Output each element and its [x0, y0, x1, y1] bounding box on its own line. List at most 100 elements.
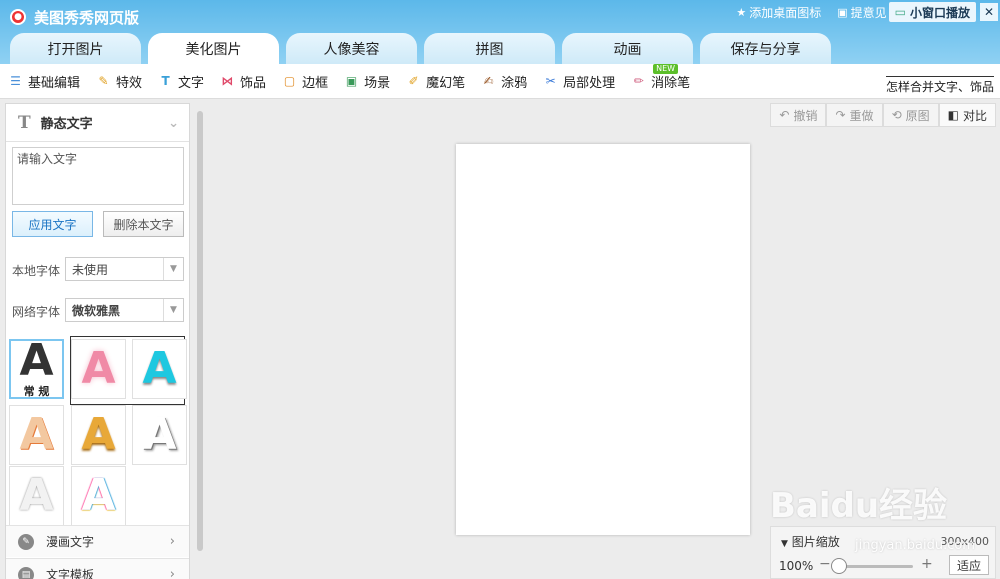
- title-bar: ● 美图秀秀网页版 ★ 添加桌面图标 ▣ 提意见 ▭ 小窗口播放 ✕ 打开图片 …: [0, 0, 1000, 64]
- tab-collage[interactable]: 拼图: [424, 33, 555, 64]
- style-cyan[interactable]: A: [132, 339, 187, 399]
- style-gold[interactable]: A: [71, 405, 126, 465]
- section-label: 文字模板: [46, 568, 95, 579]
- local-font-label: 本地字体: [12, 264, 61, 278]
- brush-icon: ✍: [483, 74, 494, 88]
- tool-label: 边框: [302, 75, 329, 91]
- tab-beautify-image[interactable]: 美化图片: [148, 33, 279, 64]
- compare-icon: ◧: [947, 108, 959, 122]
- tab-animation[interactable]: 动画: [562, 33, 693, 64]
- tool-label: 场景: [364, 75, 391, 91]
- tv-icon: ▭: [894, 5, 906, 19]
- template-icon: ▤: [18, 566, 34, 579]
- star-icon: ★: [736, 5, 747, 19]
- style-letter: A: [19, 470, 54, 521]
- redo-icon: ↷: [835, 108, 846, 122]
- zoom-out-icon[interactable]: −: [819, 556, 831, 572]
- chevron-down-icon: ▼: [163, 299, 183, 321]
- tool-bar: ☰ 基础编辑 ✎ 特效 T 文字 ⋈ 饰品 ▢ 边框 ▣ 场景 ✐ 魔幻笔 ✍ …: [0, 63, 1000, 99]
- app-title: ● 美图秀秀网页版: [10, 6, 139, 28]
- caret-down-icon: ▼: [781, 539, 788, 549]
- web-font-label: 网络字体: [12, 305, 61, 319]
- feedback-link[interactable]: ▣ 提意见: [837, 4, 886, 21]
- chevron-down-icon: ▼: [163, 258, 183, 280]
- magic-wand-icon: ✎: [98, 74, 109, 88]
- undo-icon: ↶: [779, 108, 790, 122]
- text-panel: T 静态文字 ⌄ 请输入文字 应用文字 删除本文字 本地字体 未使用 ▼ 网络字…: [5, 103, 190, 579]
- panel-header[interactable]: T 静态文字 ⌄: [6, 104, 189, 142]
- image-canvas[interactable]: [456, 144, 750, 535]
- apply-text-button[interactable]: 应用文字: [12, 211, 93, 237]
- zoom-in-icon[interactable]: +: [921, 556, 933, 572]
- chevron-right-icon: ›: [169, 567, 175, 579]
- delete-text-button[interactable]: 删除本文字: [103, 211, 184, 237]
- new-badge: NEW: [653, 63, 679, 74]
- text-input[interactable]: 请输入文字: [12, 147, 184, 205]
- section-comic-text[interactable]: ✎ 漫画文字 ›: [6, 525, 189, 557]
- magic-pen-icon: ✐: [408, 74, 419, 88]
- section-text-template[interactable]: ▤ 文字模板 ›: [6, 558, 189, 579]
- local-font-select[interactable]: 未使用 ▼: [65, 257, 184, 281]
- tool-label: 涂鸦: [501, 75, 528, 91]
- tab-open-image[interactable]: 打开图片: [10, 33, 141, 64]
- add-desktop-link[interactable]: ★ 添加桌面图标: [736, 4, 821, 21]
- tab-portrait[interactable]: 人像美容: [286, 33, 417, 64]
- tab-save-share[interactable]: 保存与分享: [700, 33, 831, 64]
- style-letter: A: [81, 470, 116, 521]
- redo-label: 重做: [849, 108, 874, 123]
- top-links: ★ 添加桌面图标 ▣ 提意见 ▭ 小窗口播放 ✕: [736, 2, 1000, 22]
- style-rainbow[interactable]: A: [71, 466, 126, 526]
- chevron-down-icon: ⌄: [168, 116, 179, 131]
- style-caption: 常 规: [23, 385, 50, 398]
- style-white-shadow[interactable]: A: [132, 405, 187, 465]
- tool-local-process[interactable]: ✂ 局部处理: [535, 64, 623, 99]
- tool-label: 文字: [178, 75, 205, 91]
- app-title-text: 美图秀秀网页版: [34, 8, 140, 27]
- bow-icon: ⋈: [221, 74, 234, 88]
- undo-button[interactable]: ↶ 撤销: [770, 103, 827, 127]
- style-pink-glow[interactable]: A: [71, 339, 126, 399]
- tool-scene[interactable]: ▣ 场景: [336, 64, 398, 99]
- panel-scrollbar[interactable]: [194, 103, 206, 579]
- undo-label: 撤销: [793, 108, 818, 123]
- tool-eraser-pen[interactable]: ✏ 消除笔 NEW: [623, 63, 698, 99]
- tool-label: 消除笔: [651, 75, 691, 91]
- style-letter: A: [81, 343, 116, 394]
- help-link[interactable]: 怎样合并文字、饰品: [885, 76, 994, 95]
- tool-text[interactable]: T 文字: [150, 64, 212, 99]
- compare-label: 对比: [962, 108, 987, 123]
- text-t-icon: T: [18, 112, 31, 133]
- web-font-select[interactable]: 微软雅黑 ▼: [65, 298, 184, 322]
- tool-label: 局部处理: [563, 75, 616, 91]
- zoom-percent: 100%: [779, 559, 814, 573]
- tool-magic-pen[interactable]: ✐ 魔幻笔: [398, 64, 473, 99]
- close-icon[interactable]: ✕: [980, 3, 998, 21]
- zoom-slider-thumb[interactable]: [831, 558, 847, 574]
- main-tabs: 打开图片 美化图片 人像美容 拼图 动画 保存与分享: [10, 33, 838, 64]
- fit-button[interactable]: 适应: [949, 555, 989, 575]
- tool-label: 基础编辑: [28, 75, 81, 91]
- compare-button[interactable]: ◧ 对比: [938, 103, 996, 127]
- frame-icon: ▢: [283, 74, 296, 88]
- tool-label: 饰品: [240, 75, 267, 91]
- original-button[interactable]: ⟲ 原图: [882, 103, 939, 127]
- zoom-title-label: 图片缩放: [791, 535, 840, 549]
- style-letter: A: [142, 409, 177, 460]
- style-gray-outline[interactable]: A: [9, 466, 64, 526]
- scrollbar-thumb[interactable]: [197, 111, 203, 551]
- redo-button[interactable]: ↷ 重做: [826, 103, 883, 127]
- original-icon: ⟲: [891, 108, 902, 122]
- add-desktop-label: 添加桌面图标: [749, 5, 822, 20]
- mini-window-label: 小窗口播放: [909, 5, 970, 20]
- tool-label: 魔幻笔: [426, 75, 466, 91]
- mini-window-button[interactable]: ▭ 小窗口播放: [888, 2, 976, 22]
- tool-doodle[interactable]: ✍ 涂鸦: [473, 64, 535, 99]
- tool-frame[interactable]: ▢ 边框: [274, 64, 336, 99]
- tool-basic-edit[interactable]: ☰ 基础编辑: [0, 64, 88, 99]
- tool-effects[interactable]: ✎ 特效: [88, 64, 150, 99]
- style-dotted[interactable]: A: [9, 405, 64, 465]
- style-regular[interactable]: A 常 规: [9, 339, 64, 399]
- zoom-title[interactable]: ▼ 图片缩放: [781, 533, 840, 550]
- watermark-url: jingyan.baidu.com: [855, 538, 975, 553]
- tool-accessories[interactable]: ⋈ 饰品: [212, 64, 274, 99]
